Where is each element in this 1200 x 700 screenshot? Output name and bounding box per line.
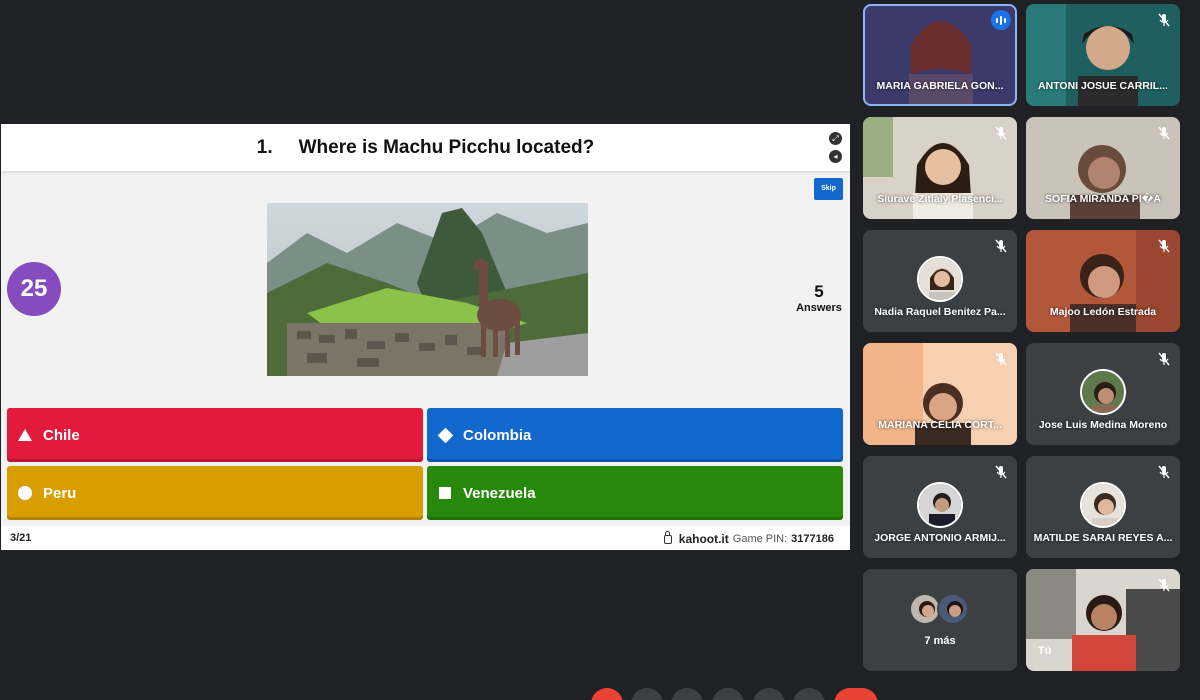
participant-name: SOFIA MIRANDA PI�A — [1045, 193, 1161, 205]
site-name: kahoot.it — [678, 532, 729, 546]
fullscreen-icon[interactable]: ⤢ — [829, 132, 842, 145]
answer-label: Venezuela — [463, 484, 536, 502]
answers-counter: 5 Answers — [787, 282, 850, 314]
avatar — [917, 256, 963, 302]
answer-label: Peru — [43, 484, 77, 502]
participant-name: ANTONI JOSUE CARRIL... — [1038, 80, 1168, 92]
answers-count-value: 5 — [814, 282, 824, 301]
speaking-icon — [991, 10, 1011, 30]
participant-tile[interactable]: Majoo Ledón Estrada — [1026, 230, 1180, 332]
raise-hand-button[interactable] — [712, 688, 744, 700]
mic-off-icon — [995, 126, 1007, 140]
lock-icon — [663, 530, 672, 544]
participant-tile[interactable]: ANTONI JOSUE CARRIL... — [1026, 4, 1180, 106]
avatar — [917, 482, 963, 528]
pin-label: Game PIN: — [732, 533, 788, 545]
participant-tile[interactable]: Siurave Zitlaly Plasenci... — [863, 117, 1017, 219]
answer-option-4[interactable]: Venezuela — [427, 466, 843, 520]
question-image — [267, 203, 588, 376]
square-icon — [439, 487, 451, 499]
participant-name: Siurave Zitlaly Plasenci... — [877, 193, 1003, 205]
skip-button[interactable]: Skip — [814, 178, 843, 200]
question-text: Where is Machu Picchu located? — [298, 137, 595, 158]
volume-icon[interactable]: ◂ — [829, 150, 842, 163]
participant-name: Jose Luis Medina Moreno — [1038, 419, 1168, 431]
participant-tile[interactable]: Nadia Raquel Benitez Pa... — [863, 230, 1017, 332]
mic-off-icon — [1158, 465, 1170, 479]
mic-off-icon — [1158, 352, 1170, 366]
mic-off-icon — [995, 239, 1007, 253]
answer-label: Colombia — [463, 426, 532, 444]
self-tile[interactable]: Tú — [1026, 569, 1180, 671]
captions-button[interactable] — [671, 688, 703, 700]
answer-option-3[interactable]: Peru — [7, 466, 423, 520]
participant-tile[interactable]: MARIA GABRIELA GON... — [863, 4, 1017, 106]
present-button[interactable] — [753, 688, 785, 700]
mic-off-icon — [1158, 126, 1170, 140]
pin-value: 3177186 — [791, 533, 834, 545]
mic-off-icon — [995, 465, 1007, 479]
answer-label: Chile — [43, 426, 80, 444]
end-call-button[interactable] — [834, 688, 878, 700]
avatar — [1080, 369, 1126, 415]
participant-tile[interactable]: SOFIA MIRANDA PI�A — [1026, 117, 1180, 219]
self-label: Tú — [1038, 645, 1052, 657]
triangle-icon — [18, 429, 32, 441]
answer-option-1[interactable]: Chile — [7, 408, 423, 462]
mic-off-icon — [1158, 578, 1170, 592]
mic-off-icon — [1158, 13, 1170, 27]
participant-name: MARIA GABRIELA GON... — [876, 80, 1004, 92]
participant-name: MATILDE SARAI REYES A... — [1033, 532, 1173, 544]
circle-icon — [18, 486, 32, 500]
participant-name: JORGE ANTONIO ARMIJ... — [874, 532, 1006, 544]
avatar — [1080, 482, 1126, 528]
more-options-button[interactable] — [793, 688, 825, 700]
countdown-timer: 25 — [7, 262, 61, 316]
kahoot-footer: 3/21 kahoot.it Game PIN: 3177186 — [1, 526, 850, 550]
more-participants-label: 7 más — [924, 635, 956, 647]
participant-tile[interactable]: MARIANA CELIA CORT... — [863, 343, 1017, 445]
camera-toggle-button[interactable] — [631, 688, 663, 700]
question-title: 1. Where is Machu Picchu located? — [1, 137, 850, 159]
mic-off-icon — [995, 352, 1007, 366]
question-number: 1. — [256, 137, 273, 158]
more-participants-tile[interactable]: 7 más — [863, 569, 1017, 671]
diamond-icon — [437, 427, 453, 443]
answer-option-2[interactable]: Colombia — [427, 408, 843, 462]
question-header: 1. Where is Machu Picchu located? ⤢ ◂ — [1, 124, 850, 171]
meet-window: 1. Where is Machu Picchu located? ⤢ ◂ Ski… — [0, 0, 1200, 700]
answers-count-label: Answers — [796, 302, 842, 314]
participant-tile[interactable]: JORGE ANTONIO ARMIJ... — [863, 456, 1017, 558]
question-progress: 3/21 — [10, 532, 32, 544]
participant-tile[interactable]: MATILDE SARAI REYES A... — [1026, 456, 1180, 558]
game-pin-info: kahoot.it Game PIN: 3177186 — [663, 530, 834, 546]
participant-name: Nadia Raquel Benitez Pa... — [874, 306, 1006, 318]
mic-off-icon — [1158, 239, 1170, 253]
participant-name: Majoo Ledón Estrada — [1049, 306, 1157, 318]
presentation-kahoot: 1. Where is Machu Picchu located? ⤢ ◂ Ski… — [1, 124, 850, 550]
avatar — [937, 593, 969, 625]
participant-name: MARIANA CELIA CORT... — [878, 419, 1002, 431]
mic-toggle-button[interactable] — [591, 688, 623, 700]
machu-picchu-image — [267, 203, 588, 376]
participant-tile[interactable]: Jose Luis Medina Moreno — [1026, 343, 1180, 445]
